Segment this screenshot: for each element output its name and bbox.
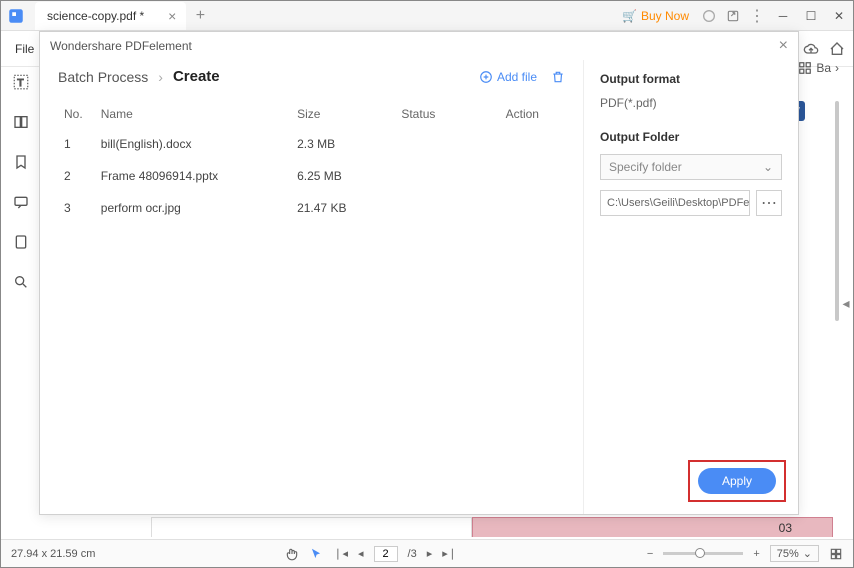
add-file-button[interactable]: Add file <box>479 70 537 84</box>
title-bar: science-copy.pdf * × + 🛒 Buy Now ⋮ ─ ☐ ✕ <box>1 1 853 31</box>
col-action: Action <box>502 101 563 127</box>
share-icon[interactable] <box>721 4 745 28</box>
zoom-slider[interactable] <box>663 552 743 555</box>
page-number-input[interactable] <box>374 546 398 562</box>
table-row[interactable]: 3 perform ocr.jpg 21.47 KB <box>60 193 563 223</box>
zoom-level-select[interactable]: 75% ⌄ <box>770 545 819 562</box>
browse-folder-button[interactable]: ⋯ <box>756 190 782 216</box>
zoom-out-icon[interactable]: − <box>647 548 653 560</box>
more-icon[interactable]: ⋮ <box>745 4 769 28</box>
batch-tool-button[interactable]: Ba › <box>798 61 839 75</box>
thumbnails-icon[interactable] <box>10 111 32 133</box>
text-tool-icon[interactable]: T <box>10 71 32 93</box>
output-folder-label: Output Folder <box>600 130 782 144</box>
apply-button[interactable]: Apply <box>698 468 776 494</box>
output-format-label: Output format <box>600 72 782 86</box>
comment-icon[interactable] <box>10 191 32 213</box>
breadcrumb: Batch Process › Create Add file <box>58 68 565 85</box>
scrollbar[interactable] <box>835 101 839 321</box>
close-window-button[interactable]: ✕ <box>825 2 853 30</box>
col-status: Status <box>397 101 499 127</box>
document-preview: 03 <box>151 517 833 537</box>
specify-folder-select[interactable]: Specify folder ⌄ <box>600 154 782 180</box>
table-row[interactable]: 1 bill(English).docx 2.3 MB <box>60 129 563 159</box>
buy-now-button[interactable]: 🛒 Buy Now <box>614 9 697 23</box>
apply-highlight: Apply <box>688 460 786 502</box>
output-format-value: PDF(*.pdf) <box>600 96 782 110</box>
attachment-icon[interactable] <box>10 231 32 253</box>
svg-text:T: T <box>17 77 24 89</box>
home-icon[interactable] <box>829 41 845 57</box>
batch-process-dialog: Wondershare PDFelement × Batch Process ›… <box>39 31 799 515</box>
col-name: Name <box>97 101 291 127</box>
col-size: Size <box>293 101 395 127</box>
tab-title: science-copy.pdf * <box>47 9 144 23</box>
zoom-in-icon[interactable]: + <box>753 548 759 560</box>
file-menu[interactable]: File <box>9 42 40 56</box>
folder-path-field[interactable]: C:\Users\Geili\Desktop\PDFelement\Cr <box>600 190 750 216</box>
left-nav: T <box>1 67 41 539</box>
delete-button[interactable] <box>551 70 565 84</box>
col-no: No. <box>60 101 95 127</box>
app-icon <box>1 1 31 31</box>
cart-icon: 🛒 <box>622 9 637 23</box>
minimize-button[interactable]: ─ <box>769 2 797 30</box>
fit-page-icon[interactable] <box>829 547 843 561</box>
document-tab[interactable]: science-copy.pdf * × <box>35 2 186 30</box>
next-page-icon[interactable]: ▸ <box>427 547 433 560</box>
right-panel-toggle[interactable]: ◂ <box>839 67 853 539</box>
table-row[interactable]: 2 Frame 48096914.pptx 6.25 MB <box>60 161 563 191</box>
add-tab-button[interactable]: + <box>186 7 214 25</box>
chevron-right-icon: › <box>158 69 163 85</box>
dialog-title: Wondershare PDFelement <box>50 39 192 53</box>
page-total: /3 <box>408 548 417 560</box>
bookmark-icon[interactable] <box>10 151 32 173</box>
select-tool-icon[interactable] <box>309 547 323 561</box>
chevron-left-icon: ◂ <box>842 295 849 312</box>
close-dialog-button[interactable]: × <box>779 37 788 55</box>
file-table: No. Name Size Status Action 1 bill(Engli… <box>58 99 565 225</box>
breadcrumb-root[interactable]: Batch Process <box>58 69 148 85</box>
search-icon[interactable] <box>10 271 32 293</box>
breadcrumb-current: Create <box>173 68 220 85</box>
prev-page-icon[interactable]: ◂ <box>358 547 364 560</box>
page-dimensions: 27.94 x 21.59 cm <box>11 548 95 560</box>
chevron-down-icon: ⌄ <box>763 160 773 174</box>
cloud-upload-icon[interactable] <box>803 41 819 57</box>
sync-icon[interactable] <box>697 4 721 28</box>
dialog-title-bar: Wondershare PDFelement × <box>40 32 798 60</box>
status-bar: 27.94 x 21.59 cm ❘◂ ◂ /3 ▸ ▸❘ − + 75% ⌄ <box>1 539 853 567</box>
chevron-down-icon: ⌄ <box>803 547 812 560</box>
first-page-icon[interactable]: ❘◂ <box>333 547 348 560</box>
last-page-icon[interactable]: ▸❘ <box>442 547 457 560</box>
hand-tool-icon[interactable] <box>285 547 299 561</box>
maximize-button[interactable]: ☐ <box>797 2 825 30</box>
close-tab-icon[interactable]: × <box>168 8 176 24</box>
